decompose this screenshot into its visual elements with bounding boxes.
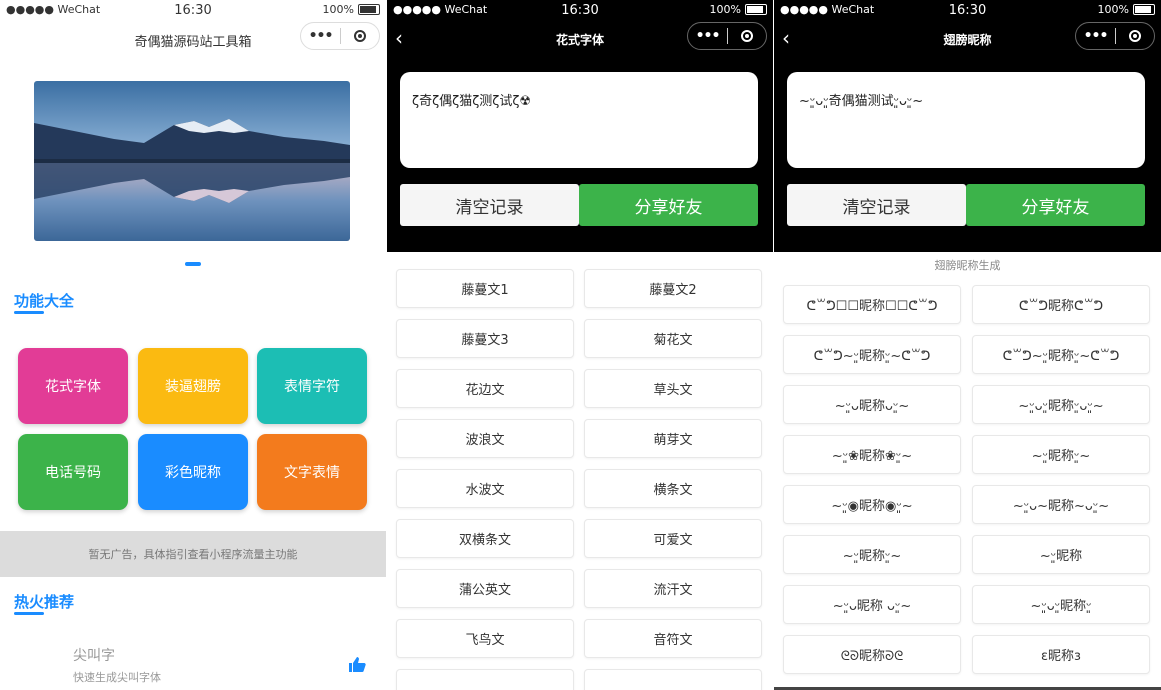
status-bar: ●●●●● WeChat 16:30 100% [387,0,773,20]
nav-bar: 奇偶猫源码站工具箱 ••• [0,20,386,58]
nickname-result[interactable]: ~ᵕ͈ᴗ昵称ᴗᵕ͈~ [783,385,961,424]
tile-emoticons[interactable]: 表情字符 [257,348,367,424]
style-option[interactable]: 菊花文 [584,319,762,358]
style-option[interactable]: 流汗文 [584,569,762,608]
tile-fancy-font[interactable]: 花式字体 [18,348,128,424]
mini-program-capsule: ••• [687,22,767,50]
nickname-result[interactable]: ᘓᘐ昵称ᘐᘓ [783,635,961,674]
battery-label: 100% [709,3,741,16]
tile-label: 文字表情 [284,465,340,481]
section-underline [14,311,44,314]
style-option[interactable]: 藤蔓文2 [584,269,762,308]
more-icon[interactable]: ••• [1076,28,1115,44]
close-program-icon[interactable] [728,30,766,42]
close-program-icon[interactable] [1116,30,1154,42]
mini-program-capsule: ••• [300,22,380,50]
style-option[interactable]: 藤蔓文3 [396,319,574,358]
mini-program-capsule: ••• [1075,22,1155,50]
style-option[interactable]: 波浪文 [396,419,574,458]
tile-label: 表情字符 [284,379,340,395]
style-option[interactable]: 飞鸟文 [396,619,574,658]
tile-color-nickname[interactable]: 彩色昵称 [138,434,248,510]
section-title-functions: 功能大全 [14,292,75,310]
nickname-result[interactable]: ~ᵕ͈ᴗ昵称 ᴗᵕ͈~ [783,585,961,624]
section-title-hot: 热火推荐 [14,593,75,611]
close-program-icon[interactable] [341,30,379,42]
tile-label: 彩色昵称 [165,465,221,481]
nickname-result[interactable]: ᕦ꒳ᕤ~ᵕ͈昵称ᵕ͈~ᕦ꒳ᕤ [972,335,1150,374]
battery-label: 100% [1097,3,1129,16]
ad-placeholder: 暂无广告，具体指引查看小程序流量主功能 [0,531,386,577]
style-option[interactable]: 草头文 [584,369,762,408]
battery-icon [745,4,767,15]
phone-home: ●●●●● WeChat 16:30 100% 奇偶猫源码站工具箱 ••• 功能… [0,0,386,690]
banner-image[interactable] [34,81,350,241]
nickname-result[interactable]: ᕦ꒳ᕤ昵称ᕦ꒳ᕤ [972,285,1150,324]
style-option[interactable]: … [584,669,762,690]
battery-icon [1133,4,1155,15]
style-option[interactable]: 萌芽文 [584,419,762,458]
hot-item-desc: 快速生成尖叫字体 [73,671,161,684]
style-option[interactable]: 双横条文 [396,519,574,558]
nickname-result[interactable]: ~ᵕ͈◉昵称◉ᵕ͈~ [783,485,961,524]
input-value: ζ奇ζ偶ζ猫ζ测ζ试ζ☢ [412,94,532,109]
battery-label: 100% [322,3,354,16]
style-option[interactable]: 蒲公英文 [396,569,574,608]
style-option[interactable]: 横条文 [584,469,762,508]
tile-wings[interactable]: 装逼翅膀 [138,348,248,424]
more-icon[interactable]: ••• [301,28,340,44]
battery-icon [358,4,380,15]
hot-item-name[interactable]: 尖叫字 [73,645,115,665]
banner-pager-dot[interactable] [185,262,201,266]
nickname-result[interactable]: ε昵称з [972,635,1150,674]
nickname-result[interactable]: ᕦ꒳ᕤ~ᵕ͈昵称ᵕ͈~ᕦ꒳ᕤ [783,335,961,374]
share-button[interactable]: 分享好友 [579,184,758,226]
style-option[interactable]: 水波文 [396,469,574,508]
nickname-result[interactable]: ᕦ꒳ᕤ☐☐昵称☐☐ᕦ꒳ᕤ [783,285,961,324]
ad-text: 暂无广告，具体指引查看小程序流量主功能 [88,548,298,561]
nav-bar: ‹ 翅膀昵称 ••• [774,20,1161,58]
status-bar: ●●●●● WeChat 16:30 100% [774,0,1161,20]
section-underline [14,612,44,615]
tile-label: 电话号码 [45,465,101,481]
tile-text-emoji[interactable]: 文字表情 [257,434,367,510]
nickname-result[interactable]: ~ᵕ͈ᴗ~昵称~ᴗᵕ͈~ [972,485,1150,524]
input-value: ~ᵕ͈ᴗᵕ͈奇偶猫测试ᵕ͈ᴗᵕ͈~ [799,94,924,109]
style-option[interactable]: 音符文 [584,619,762,658]
style-option[interactable]: 可爱文 [584,519,762,558]
phone-wing-nickname: ●●●●● WeChat 16:30 100% ‹ 翅膀昵称 ••• ~ᵕ͈ᴗᵕ… [774,0,1161,690]
thumbs-up-icon[interactable] [348,656,366,677]
tile-label: 装逼翅膀 [165,379,221,395]
status-bar: ●●●●● WeChat 16:30 100% [0,0,386,20]
clear-button[interactable]: 清空记录 [400,184,579,226]
tile-phone-number[interactable]: 电话号码 [18,434,128,510]
share-button[interactable]: 分享好友 [966,184,1145,226]
style-option[interactable]: 花边文 [396,369,574,408]
phone-fancy-font: ●●●●● WeChat 16:30 100% ‹ 花式字体 ••• ζ奇ζ偶ζ… [387,0,773,690]
nickname-result[interactable]: ~ᵕ͈昵称ᵕ͈~ [783,535,961,574]
more-icon[interactable]: ••• [688,28,727,44]
nickname-result[interactable]: ~ᵕ͈ᴗᵕ͈昵称ᵕ͈ᴗᵕ͈~ [972,385,1150,424]
nickname-result[interactable]: ~ᵕ͈昵称 [972,535,1150,574]
nav-bar: ‹ 花式字体 ••• [387,20,773,58]
clear-button[interactable]: 清空记录 [787,184,966,226]
style-option[interactable]: 藤蔓文1 [396,269,574,308]
section-subheading: 翅膀昵称生成 [934,259,1001,272]
text-input[interactable]: ~ᵕ͈ᴗᵕ͈奇偶猫测试ᵕ͈ᴗᵕ͈~ [787,72,1145,168]
style-option[interactable]: … [396,669,574,690]
nickname-result[interactable]: ~ᵕ͈ᴗᵕ͈昵称ᵕ͈ [972,585,1150,624]
nickname-result[interactable]: ~ᵕ͈昵称ᵕ͈~ [972,435,1150,474]
tile-label: 花式字体 [45,379,101,395]
text-input[interactable]: ζ奇ζ偶ζ猫ζ测ζ试ζ☢ [400,72,758,168]
nickname-result[interactable]: ~ᵕ͈❀昵称❀ᵕ͈~ [783,435,961,474]
